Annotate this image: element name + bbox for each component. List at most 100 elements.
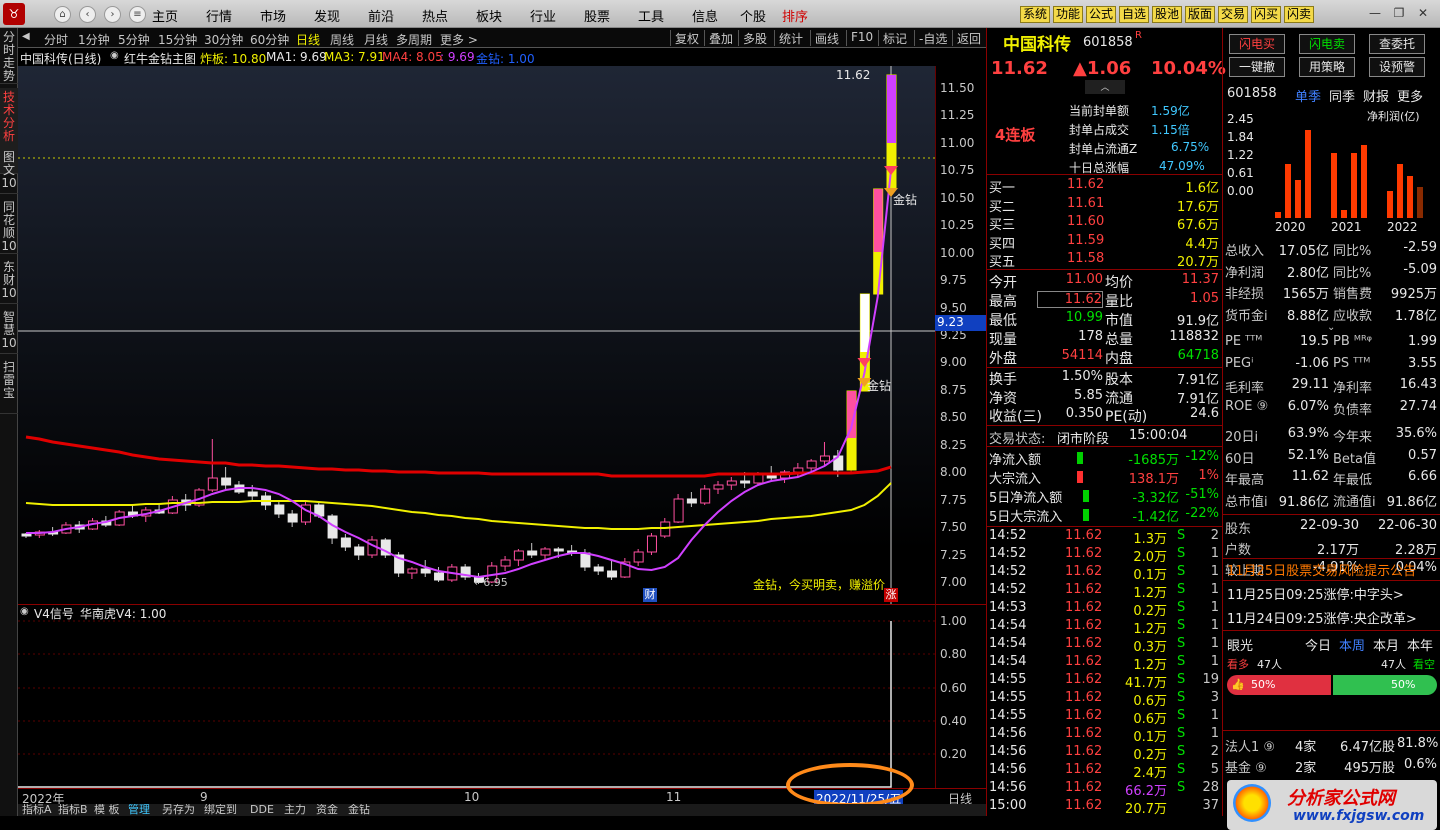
eye-tab-week[interactable]: 本周 [1339,635,1365,654]
sidetab-graphics[interactable]: 图文10 [0,148,18,194]
eye-tab-today[interactable]: 今日 [1305,635,1331,654]
tab-jinzuan[interactable]: 金钻 [348,804,370,816]
expand-chevron-icon[interactable]: ⌄ [1327,322,1335,333]
tab-indicator-a[interactable]: 指标A [22,804,52,816]
bear-vote-bar[interactable]: 50% [1333,675,1437,695]
f10-label[interactable]: 同比% [1333,262,1371,281]
tool-unwatch[interactable]: -自选 [914,30,947,46]
sidetab-ths[interactable]: 同花顺10 [0,198,18,254]
f10-label[interactable]: 净利润 [1225,262,1264,281]
sidetab-minesweeper[interactable]: 扫雷宝 [0,358,18,414]
tool-mark[interactable]: 标记 [878,30,907,46]
tool-f10[interactable]: F10 [846,30,873,46]
tab-indicator-b[interactable]: 指标B [58,804,88,816]
tool-draw[interactable]: 画线 [810,30,839,46]
inst-label[interactable]: 基金 ⑨ [1225,757,1267,776]
period-daily[interactable]: 日线 [296,31,320,48]
f10-label[interactable]: Beta值 [1333,448,1376,467]
sidetab-wisdom[interactable]: 智慧10 [0,308,18,354]
tab-manage[interactable]: 管理 [128,804,150,816]
menu-home[interactable]: 主页 [152,6,178,25]
f10-label[interactable]: 今年来 [1333,426,1372,445]
set-alert-button[interactable]: 设预警 [1369,57,1425,77]
tab-template[interactable]: 模 板 [94,804,120,816]
f10-label[interactable]: 年最低 [1333,469,1372,488]
tool-adjust[interactable]: 复权 [670,30,699,46]
menu-stocks[interactable]: 股票 [584,6,610,25]
flash-sell-button[interactable]: 闪电卖 [1299,34,1355,54]
period-weekly[interactable]: 周线 [330,31,354,48]
period-15min[interactable]: 15分钟 [158,31,197,48]
f10-label[interactable]: 非经损 [1225,283,1264,302]
f10-label[interactable]: 负债率 [1333,399,1372,418]
tab-same-quarter[interactable]: 同季 [1329,86,1355,105]
f10-label[interactable]: PE ᵀᵀᴹ [1225,334,1262,349]
f10-label[interactable]: 应收款 [1333,305,1372,324]
menu-sort[interactable]: 排序 [782,6,808,25]
tool-multistock[interactable]: 多股 [738,30,767,46]
f10-label[interactable]: PS ᵀᵀᴹ [1333,356,1370,371]
f10-label[interactable]: PEGⁱ [1225,356,1253,371]
tab-bind-to[interactable]: 绑定到 [204,804,237,816]
menu-quotes[interactable]: 行情 [206,6,232,25]
f10-label[interactable]: 同比% [1333,240,1371,259]
eye-tab-year[interactable]: 本年 [1407,635,1433,654]
period-multi[interactable]: 多周期 [396,31,432,48]
menu-nav-icon[interactable]: ≡ [129,6,146,23]
flash-buy-button[interactable]: 闪电买 [1229,34,1285,54]
menu-sector[interactable]: 板块 [476,6,502,25]
period-5min[interactable]: 5分钟 [118,31,150,48]
close-icon[interactable]: ✕ [1414,4,1432,22]
quick-layout[interactable]: 版面 [1185,6,1216,23]
f10-label[interactable]: 销售费 [1333,283,1372,302]
quick-formula[interactable]: 公式 [1086,6,1117,23]
cancel-all-button[interactable]: 一键撤 [1229,57,1285,77]
period-30min[interactable]: 30分钟 [204,31,243,48]
news-link[interactable]: 11月25日09:25涨停:中字头> [1227,584,1404,603]
tool-overlay[interactable]: 叠加 [704,30,733,46]
use-strategy-button[interactable]: 用策略 [1299,57,1355,77]
indicator-settings-icon[interactable]: ◉ [110,50,119,61]
indicator-name[interactable]: 红牛金钻主图 [124,50,196,67]
period-more[interactable]: 更多 > [440,31,478,48]
query-order-button[interactable]: 查委托 [1369,34,1425,54]
period-60min[interactable]: 60分钟 [250,31,289,48]
kline-chart[interactable]: 11.62 ←6.95 金钻 金钻 金钻，今买明卖，赚溢价 财 涨 [18,66,935,604]
f10-label[interactable]: 60日 [1225,448,1255,467]
tab-save-as[interactable]: 另存为 [162,804,195,816]
f10-label[interactable]: 流通值i [1333,491,1376,510]
news-link[interactable]: 11月24日09:25涨停:央企改革> [1227,608,1417,627]
period-1min[interactable]: 1分钟 [78,31,110,48]
quick-trade[interactable]: 交易 [1218,6,1249,23]
period-monthly[interactable]: 月线 [364,31,388,48]
menu-tools[interactable]: 工具 [638,6,664,25]
quick-system[interactable]: 系统 [1020,6,1051,23]
menu-discover[interactable]: 发现 [314,6,340,25]
f10-label[interactable]: 年最高 [1225,469,1264,488]
menu-frontier[interactable]: 前沿 [368,6,394,25]
tab-dde[interactable]: DDE [250,804,274,816]
f10-label[interactable]: 净利率 [1333,377,1372,396]
limit-up-marker[interactable]: 涨 [884,588,898,602]
sidetab-eastmoney[interactable]: 东财10 [0,258,18,304]
quick-flash-buy[interactable]: 闪买 [1251,6,1282,23]
tool-back[interactable]: 返回 [952,30,981,46]
f10-label[interactable]: 20日i [1225,426,1258,445]
eye-tab-month[interactable]: 本月 [1373,635,1399,654]
f10-label[interactable]: 货币金i [1225,305,1268,324]
f10-label[interactable]: 总市值i [1225,491,1268,510]
period-intraday[interactable]: 分时 [44,31,68,48]
expand-icon[interactable]: ︿ [1085,80,1125,94]
f10-label[interactable]: ROE ⑨ [1225,399,1268,414]
menu-info[interactable]: 信息 [692,6,718,25]
f10-label[interactable]: PB ᴹᴿᵠ [1333,334,1372,349]
risk-notice-link[interactable]: 11月25日股票交易风险提示公告 [1227,560,1416,579]
minimize-icon[interactable]: — [1366,4,1384,22]
tab-more[interactable]: 更多 [1397,86,1423,105]
back-nav-icon[interactable]: ‹ [79,6,96,23]
menu-hot[interactable]: 热点 [422,6,448,25]
tab-capital[interactable]: 资金 [316,804,338,816]
collapse-icon[interactable]: ◀ [22,31,30,42]
tab-report[interactable]: 财报 [1363,86,1389,105]
inst-label[interactable]: 法人1 ⑨ [1225,736,1275,755]
